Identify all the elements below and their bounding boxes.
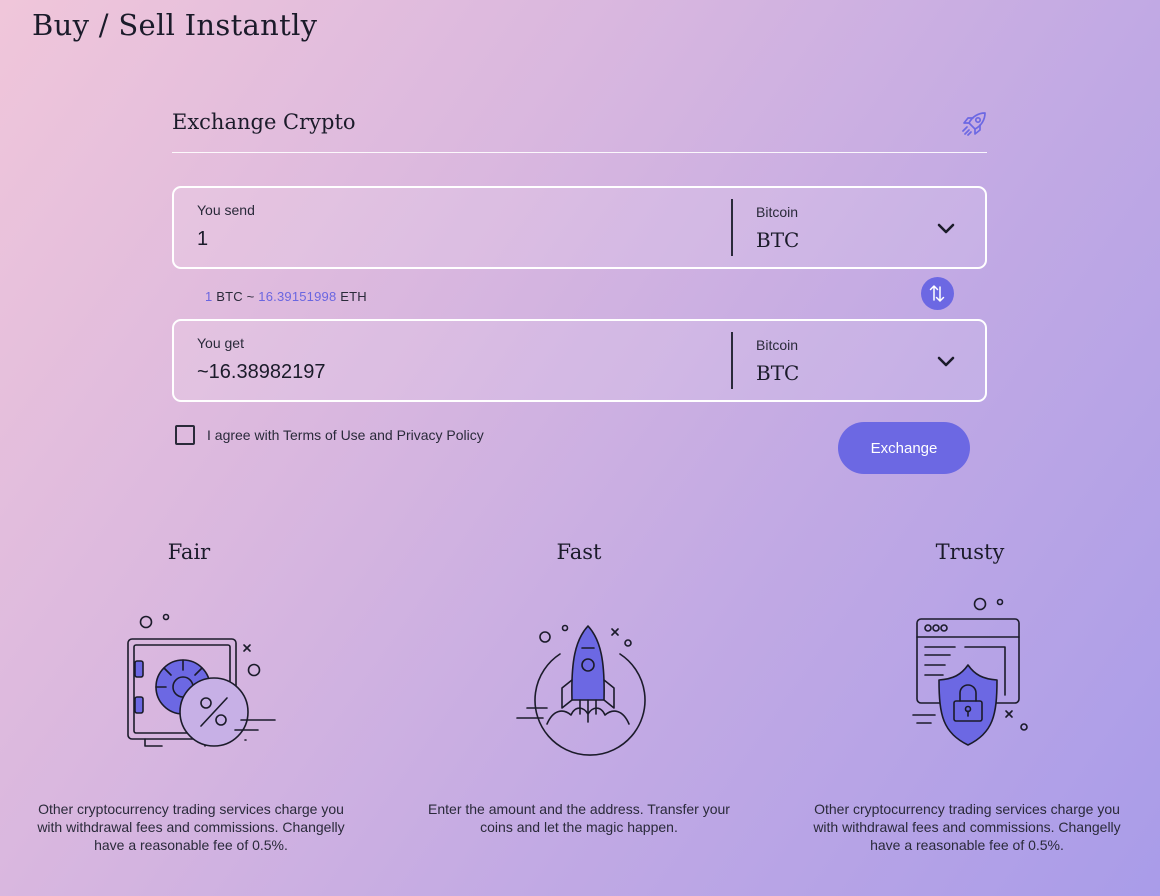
feature-text-fair: Other cryptocurrency trading services ch… [37, 801, 345, 853]
feature-title-fast: Fast [556, 540, 602, 564]
shield-lock-icon [912, 597, 1028, 746]
swap-arrows-icon [929, 285, 945, 302]
send-label: You send [197, 202, 255, 218]
send-currency-code: BTC [756, 228, 800, 252]
send-separator [731, 199, 733, 256]
page-title: Buy / Sell Instantly [32, 8, 318, 42]
get-currency-chevron-down-icon[interactable] [934, 351, 958, 371]
feature-title-trusty: Trusty [935, 540, 1005, 564]
rate-separator: ~ [246, 289, 255, 304]
swap-currencies-button[interactable] [921, 277, 954, 310]
rate-amount: 1 [205, 289, 213, 304]
send-currency-name: Bitcoin [756, 204, 799, 220]
get-label: You get [197, 335, 244, 351]
rocket-icon[interactable] [958, 108, 990, 140]
exchange-card-title: Exchange Crypto [172, 110, 356, 134]
feature-text-trusty: Other cryptocurrency trading services ch… [813, 801, 1121, 853]
rate-value: 16.39151998 [258, 289, 337, 304]
get-field: You get Bitcoin BTC [172, 319, 987, 402]
exchange-rate: 1 BTC ~ 16.39151998 ETH [205, 289, 367, 304]
feature-title-fair: Fair [167, 540, 211, 564]
send-field: You send Bitcoin BTC [172, 186, 987, 269]
rocket-launch-icon [516, 624, 646, 756]
agree-checkbox[interactable] [175, 425, 195, 445]
exchange-button[interactable]: Exchange [838, 422, 970, 474]
send-amount-input[interactable] [197, 228, 697, 251]
get-separator [731, 332, 733, 389]
rate-to: ETH [340, 289, 367, 304]
title-divider [172, 152, 987, 153]
get-currency-name: Bitcoin [756, 337, 799, 353]
get-amount-input[interactable] [197, 361, 697, 384]
safe-percent-icon [127, 613, 276, 747]
feature-text-fast: Enter the amount and the address. Transf… [428, 801, 730, 835]
get-currency-code: BTC [756, 361, 800, 385]
rate-from: BTC [216, 289, 243, 304]
send-currency-chevron-down-icon[interactable] [934, 218, 958, 238]
agree-label[interactable]: I agree with Terms of Use and Privacy Po… [207, 427, 484, 443]
